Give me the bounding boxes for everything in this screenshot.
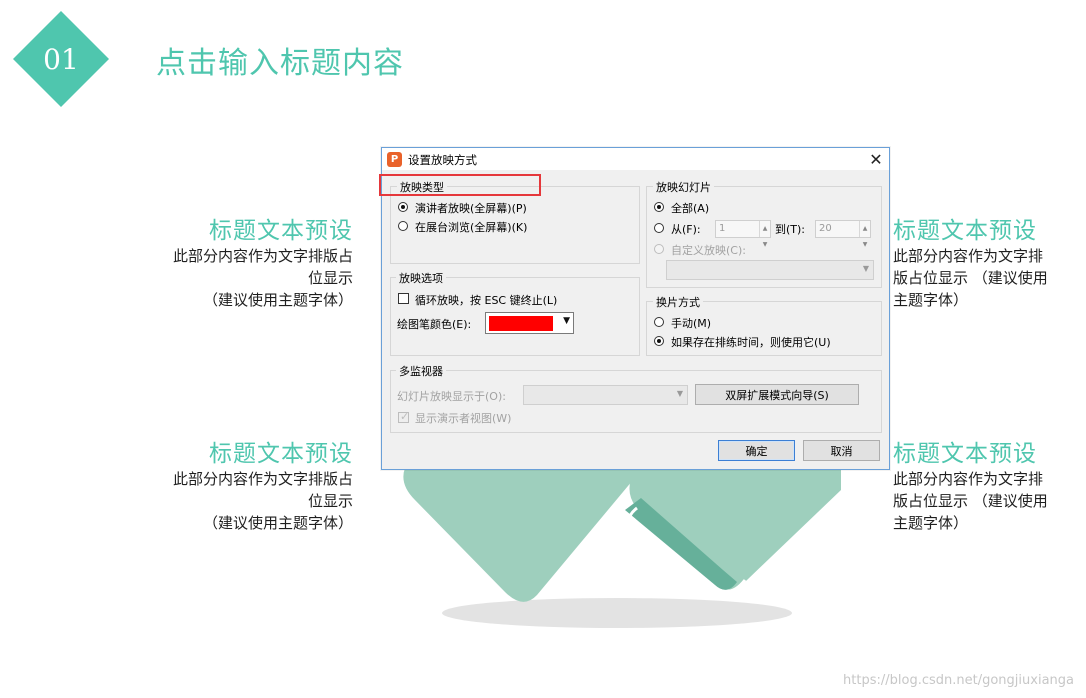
presenter-mode-radio[interactable] (398, 202, 408, 212)
cancel-button[interactable]: 取消 (803, 440, 880, 461)
loop-checkbox[interactable] (398, 293, 409, 304)
show-options-label: 放映选项 (396, 270, 446, 286)
use-timings-label[interactable]: 如果存在排练时间，则使用它(U) (671, 334, 831, 350)
block-body-line: 此部分内容作为文字排 (893, 470, 1044, 488)
block-body-line: （建议使用主题字体） (202, 291, 353, 309)
pen-color-label: 绘图笔颜色(E): (397, 318, 472, 331)
dropdown-arrow-icon: ▼ (563, 316, 570, 326)
block-body-line: 位显示 (307, 492, 353, 510)
from-slide-spinner[interactable]: 1 ▲ ▼ (715, 220, 771, 248)
slide-title: 点击输入标题内容 (156, 46, 404, 81)
spinner-arrows-icon[interactable]: ▲ ▼ (859, 221, 870, 248)
text-block-top-left: 标题文本预设 此部分内容作为文字排版占 位显示 （建议使用主题字体） (143, 211, 353, 311)
custom-show-radio[interactable] (654, 244, 664, 254)
block-body: 此部分内容作为文字排版占 位显示 （建议使用主题字体） (143, 245, 353, 311)
block-body-line: 此部分内容作为文字排版占 (172, 247, 353, 265)
close-icon[interactable]: ✕ (866, 149, 886, 169)
all-slides-label[interactable]: 全部(A) (671, 200, 709, 216)
block-body-line: 版占位显示 （建议使用 (893, 269, 1048, 287)
presenter-view-checkbox[interactable]: ✓ (398, 410, 410, 423)
kiosk-mode-label[interactable]: 在展台浏览(全屏幕)(K) (415, 219, 527, 235)
ok-button[interactable]: 确定 (718, 440, 795, 461)
custom-show-dropdown[interactable]: ▼ (666, 260, 874, 280)
spinner-arrows-icon[interactable]: ▲ ▼ (759, 221, 770, 248)
display-on-dropdown[interactable]: ▼ (523, 385, 688, 405)
block-body-line: 位显示 (307, 269, 353, 287)
block-title: 标题文本预设 (893, 441, 1037, 467)
custom-show-label: 自定义放映(C): (671, 244, 746, 257)
block-body-line: 此部分内容作为文字排 (893, 247, 1044, 265)
dialog-titlebar[interactable]: P 设置放映方式 ✕ (382, 148, 889, 170)
slides-range-label: 放映幻灯片 (653, 179, 714, 195)
from-label[interactable]: 从(F): (671, 221, 701, 237)
block-body-line: （建议使用主题字体） (202, 514, 353, 532)
block-body: 此部分内容作为文字排 版占位显示 （建议使用 主题字体） (893, 468, 1063, 534)
block-title: 标题文本预设 (893, 218, 1037, 244)
presenter-view-label: 显示演示者视图(W) (415, 412, 512, 425)
block-title: 标题文本预设 (209, 218, 353, 244)
display-on-label: 幻灯片放映显示于(O): (397, 390, 506, 403)
dropdown-arrow-icon: ▼ (676, 389, 683, 398)
use-timings-radio[interactable] (654, 336, 664, 346)
text-block-top-right: 标题文本预设 此部分内容作为文字排 版占位显示 （建议使用 主题字体） (893, 211, 1063, 311)
to-slide-value: 20 (819, 223, 832, 234)
block-body-line: 版占位显示 （建议使用 (893, 492, 1048, 510)
presentation-app-icon: P (387, 152, 402, 167)
block-body-line: 主题字体） (893, 291, 969, 309)
watermark: https://blog.csdn.net/gongjiuxianga (843, 673, 1074, 688)
from-slide-value: 1 (719, 223, 726, 234)
text-block-bottom-left: 标题文本预设 此部分内容作为文字排版占 位显示 （建议使用主题字体） (143, 434, 353, 534)
dual-screen-wizard-button[interactable]: 双屏扩展模式向导(S) (695, 384, 859, 405)
dropdown-arrow-icon: ▼ (862, 264, 869, 273)
pen-color-swatch (489, 316, 553, 331)
from-slide-radio[interactable] (654, 223, 664, 233)
manual-advance-radio[interactable] (654, 317, 664, 327)
block-title: 标题文本预设 (209, 441, 353, 467)
all-slides-radio[interactable] (654, 202, 664, 212)
block-body-line: 主题字体） (893, 514, 969, 532)
advance-slides-label: 换片方式 (653, 294, 703, 310)
text-block-bottom-right: 标题文本预设 此部分内容作为文字排 版占位显示 （建议使用 主题字体） (893, 434, 1063, 534)
to-label: 到(T): (775, 223, 806, 236)
dialog-title: 设置放映方式 (408, 153, 477, 167)
block-body: 此部分内容作为文字排 版占位显示 （建议使用 主题字体） (893, 245, 1063, 311)
pen-color-dropdown[interactable]: ▼ (485, 312, 574, 334)
manual-advance-label[interactable]: 手动(M) (671, 315, 711, 331)
loop-label[interactable]: 循环放映，按 ESC 键终止(L) (415, 292, 557, 308)
to-slide-spinner[interactable]: 20 ▲ ▼ (815, 220, 871, 248)
presenter-mode-label[interactable]: 演讲者放映(全屏幕)(P) (415, 200, 527, 216)
block-body: 此部分内容作为文字排版占 位显示 （建议使用主题字体） (143, 468, 353, 534)
slide-show-settings-dialog: P 设置放映方式 ✕ 放映类型 演讲者放映(全屏幕)(P) 在展台浏览(全屏幕)… (379, 147, 890, 470)
checkmark-icon: ✓ (400, 410, 410, 423)
highlight-box (379, 174, 541, 196)
kiosk-mode-radio[interactable] (398, 221, 408, 231)
badge-number: 01 (43, 42, 79, 76)
multi-monitor-label: 多监视器 (396, 363, 446, 379)
block-body-line: 此部分内容作为文字排版占 (172, 470, 353, 488)
